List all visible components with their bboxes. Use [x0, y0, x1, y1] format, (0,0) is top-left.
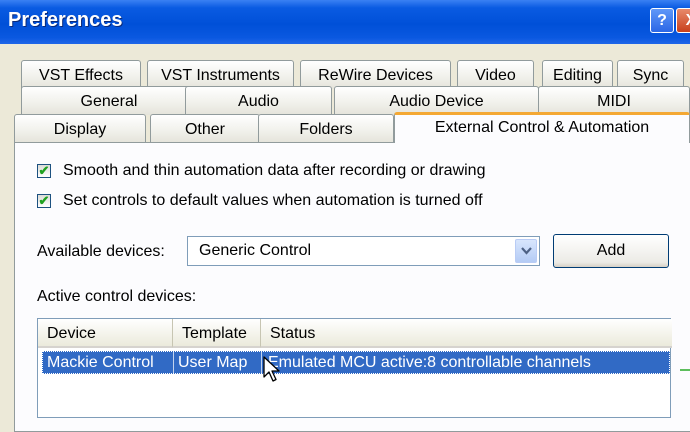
tab-other[interactable]: Other	[150, 114, 260, 143]
status-cell: Emulated MCU active:8 controllable chann…	[268, 354, 591, 371]
table-row[interactable]: Mackie Control User Map Emulated MCU act…	[42, 351, 670, 374]
smooth-automation-label: Smooth and thin automation data after re…	[63, 162, 486, 179]
tab-sync[interactable]: Sync	[617, 60, 684, 89]
available-devices-value: Generic Control	[199, 242, 312, 259]
column-header-device[interactable]: Device	[38, 319, 173, 348]
tab-vst-instruments[interactable]: VST Instruments	[147, 60, 294, 89]
tab-audio[interactable]: Audio	[185, 86, 332, 115]
active-devices-list[interactable]: Device Template Status Mackie Control Us…	[37, 318, 672, 418]
active-devices-label: Active control devices:	[37, 288, 197, 305]
green-indicator	[680, 369, 690, 371]
mouse-cursor-icon	[263, 356, 280, 382]
window-title: Preferences	[8, 9, 123, 31]
tab-audio-device[interactable]: Audio Device	[334, 86, 539, 115]
title-bar[interactable]: Preferences ? X	[0, 0, 690, 44]
available-devices-select[interactable]: Generic Control	[187, 236, 540, 266]
available-devices-label: Available devices:	[37, 243, 165, 260]
tab-external-control-automation[interactable]: External Control & Automation	[394, 112, 690, 143]
tab-midi[interactable]: MIDI	[538, 86, 690, 115]
tab-folders[interactable]: Folders	[258, 114, 394, 143]
column-header-status[interactable]: Status	[261, 319, 672, 348]
tab-general[interactable]: General	[21, 86, 197, 115]
tab-editing[interactable]: Editing	[542, 60, 613, 89]
template-cell: User Map	[178, 354, 248, 371]
device-cell: Mackie Control	[47, 354, 154, 371]
smooth-automation-checkbox[interactable]: ✔	[37, 164, 51, 178]
tab-rewire-devices[interactable]: ReWire Devices	[300, 60, 451, 89]
column-header-template[interactable]: Template	[173, 319, 261, 348]
tab-vst-effects[interactable]: VST Effects	[21, 60, 141, 89]
close-button[interactable]: X	[676, 8, 690, 33]
default-values-checkbox[interactable]: ✔	[37, 194, 51, 208]
add-button[interactable]: Add	[553, 234, 669, 268]
tab-video[interactable]: Video	[457, 60, 534, 89]
chevron-down-icon[interactable]	[515, 239, 537, 263]
help-button[interactable]: ?	[650, 8, 674, 33]
tab-display[interactable]: Display	[14, 114, 146, 143]
default-values-label: Set controls to default values when auto…	[63, 192, 483, 209]
column-separator	[173, 352, 174, 373]
column-separator	[261, 352, 262, 373]
